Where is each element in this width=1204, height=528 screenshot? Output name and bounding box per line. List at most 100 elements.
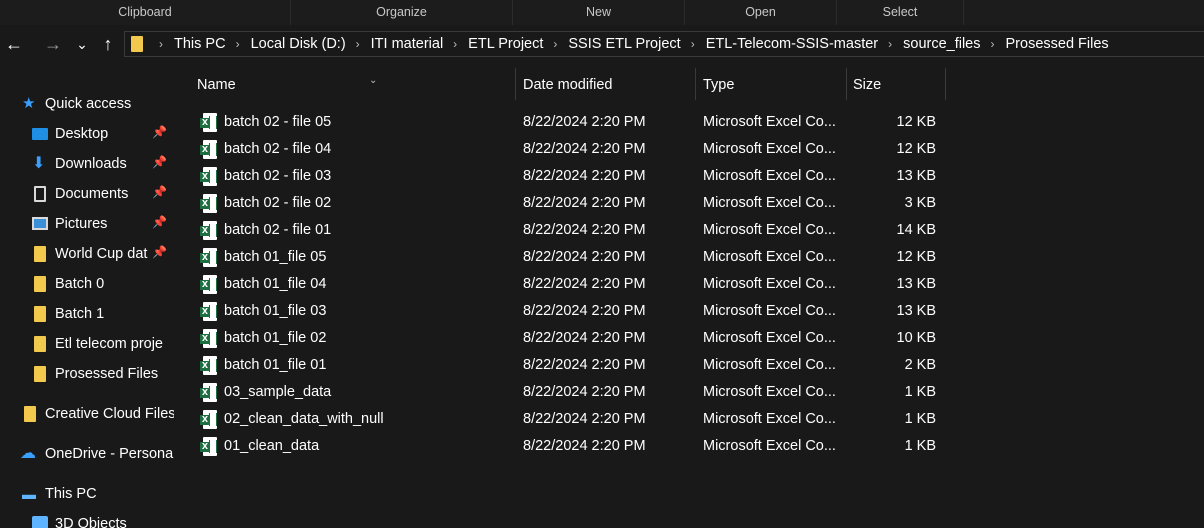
file-date-modified: 8/22/2024 2:20 PM <box>523 195 646 211</box>
recent-locations-chevron-icon[interactable]: ⌄ <box>72 25 92 63</box>
breadcrumb-prosessed-files[interactable]: Prosessed Files <box>1006 36 1109 52</box>
sidebar-item-label: Quick access <box>45 96 132 112</box>
ribbon-group-select: Select <box>837 0 964 25</box>
cube-icon <box>32 516 48 528</box>
chevron-right-icon[interactable]: › <box>159 37 163 51</box>
sidebar-item-world-cup-data[interactable]: World Cup dat 📌 <box>0 239 174 269</box>
breadcrumb-etl-project[interactable]: ETL Project <box>468 36 543 52</box>
sidebar-item-label: Pictures <box>55 216 108 232</box>
table-row[interactable]: Xbatch 01_file 04 8/22/2024 2:20 PM Micros… <box>174 271 974 298</box>
ribbon-group-clipboard: Clipboard <box>0 0 291 25</box>
chevron-right-icon[interactable]: › <box>356 37 360 51</box>
pin-icon: 📌 <box>152 185 167 199</box>
column-header-date-modified[interactable]: Date modified <box>523 70 695 100</box>
file-type: Microsoft Excel Co... <box>703 114 836 130</box>
file-type: Microsoft Excel Co... <box>703 141 836 157</box>
file-name: batch 02 - file 03 <box>224 168 332 184</box>
sidebar-item-onedrive[interactable]: ☁ OneDrive - Persona <box>0 439 174 469</box>
table-row[interactable]: Xbatch 01_file 01 8/22/2024 2:20 PM Micros… <box>174 352 974 379</box>
sidebar-item-batch-1[interactable]: Batch 1 <box>0 299 174 329</box>
sidebar-item-batch-0[interactable]: Batch 0 <box>0 269 174 299</box>
breadcrumb-local-disk[interactable]: Local Disk (D:) <box>251 36 346 52</box>
table-row[interactable]: Xbatch 02 - file 01 8/22/2024 2:20 PM Micr… <box>174 217 974 244</box>
table-row[interactable]: X 01_clean_data 8/22/2024 2:20 PM Microsoft… <box>174 433 974 460</box>
desktop-icon <box>32 128 48 140</box>
breadcrumb-source-files[interactable]: source_files <box>903 36 980 52</box>
file-name: batch 01_file 05 <box>224 249 327 265</box>
back-arrow-icon[interactable]: ← <box>2 25 26 63</box>
table-row[interactable]: Xbatch 02 - file 04 8/22/2024 2:20 PM Micr… <box>174 136 974 163</box>
table-row[interactable]: Xbatch 01_file 02 8/22/2024 2:20 PM Micros… <box>174 325 974 352</box>
column-header-name[interactable]: Name ⌄ <box>197 70 515 100</box>
file-name: batch 01_file 01 <box>224 357 327 373</box>
table-row[interactable]: Xbatch 01_file 03 8/22/2024 2:20 PM Micros… <box>174 298 974 325</box>
star-icon: ★ <box>22 95 36 112</box>
file-name: 03_sample_data <box>224 384 332 400</box>
folder-icon <box>34 336 46 352</box>
sidebar-item-3d-objects[interactable]: 3D Objects <box>0 509 174 528</box>
excel-file-icon: X <box>200 113 217 132</box>
ribbon-group-new: New <box>513 0 685 25</box>
table-row[interactable]: Xbatch 02 - file 02 8/22/2024 2:20 PM Micr… <box>174 190 974 217</box>
sidebar-item-desktop[interactable]: Desktop 📌 <box>0 119 174 149</box>
table-row[interactable]: Xbatch 01_file 05 8/22/2024 2:20 PM Micros… <box>174 244 974 271</box>
folder-icon <box>24 406 36 422</box>
forward-arrow-icon[interactable]: → <box>41 25 65 63</box>
table-row[interactable]: X 03_sample_data 8/22/2024 2:20 PM Microsof… <box>174 379 974 406</box>
folder-icon <box>34 246 46 262</box>
file-size: 2 KB <box>904 357 936 373</box>
sidebar-item-pictures[interactable]: Pictures 📌 <box>0 209 174 239</box>
folder-icon <box>34 276 46 292</box>
file-date-modified: 8/22/2024 2:20 PM <box>523 438 646 454</box>
breadcrumb-etl-telecom-ssis-master[interactable]: ETL-Telecom-SSIS-master <box>706 36 878 52</box>
chevron-right-icon[interactable]: › <box>236 37 240 51</box>
file-name: batch 01_file 03 <box>224 303 327 319</box>
column-divider[interactable] <box>945 68 946 100</box>
excel-file-icon: X <box>200 248 217 267</box>
table-row[interactable]: Xbatch 02 - file 05 8/22/2024 2:20 PM Micr… <box>174 109 974 136</box>
ribbon-group-labels: Clipboard Organize New Open Select <box>0 0 1204 25</box>
chevron-right-icon[interactable]: › <box>453 37 457 51</box>
file-type: Microsoft Excel Co... <box>703 249 836 265</box>
documents-icon <box>34 186 46 202</box>
table-row[interactable]: X 02_clean_data_with_null 8/22/2024 2:20 P… <box>174 406 974 433</box>
column-divider[interactable] <box>695 68 696 100</box>
file-list-view: Name ⌄ Date modified Type Size Xbatch 02… <box>174 63 1204 528</box>
sidebar-item-creative-cloud-files[interactable]: Creative Cloud Files <box>0 399 174 429</box>
column-divider[interactable] <box>515 68 516 100</box>
navigation-bar: ← → ⌄ ↑ › This PC › Local Disk (D:) › IT… <box>0 25 1204 63</box>
up-arrow-icon[interactable]: ↑ <box>96 25 120 63</box>
chevron-right-icon[interactable]: › <box>888 37 892 51</box>
sidebar-item-quick-access[interactable]: ★ Quick access <box>0 89 174 119</box>
breadcrumb-iti-material[interactable]: ITI material <box>371 36 444 52</box>
file-size: 12 KB <box>896 249 937 265</box>
column-header-type[interactable]: Type <box>703 70 846 100</box>
file-date-modified: 8/22/2024 2:20 PM <box>523 168 646 184</box>
file-size: 13 KB <box>896 168 937 184</box>
excel-file-icon: X <box>200 194 217 213</box>
pin-icon: 📌 <box>152 215 167 229</box>
folder-icon <box>131 36 143 52</box>
sidebar-item-this-pc[interactable]: ▬ This PC <box>0 479 174 509</box>
chevron-right-icon[interactable]: › <box>691 37 695 51</box>
chevron-right-icon[interactable]: › <box>991 37 995 51</box>
address-bar[interactable]: › This PC › Local Disk (D:) › ITI materi… <box>124 31 1204 57</box>
sidebar-item-prosessed-files[interactable]: Prosessed Files <box>0 359 174 389</box>
sidebar-item-label: Etl telecom proje <box>55 336 163 352</box>
file-name: batch 02 - file 02 <box>224 195 332 211</box>
sidebar-item-etl-telecom-project[interactable]: Etl telecom proje <box>0 329 174 359</box>
excel-file-icon: X <box>200 140 217 159</box>
table-row[interactable]: Xbatch 02 - file 03 8/22/2024 2:20 PM Micr… <box>174 163 974 190</box>
sidebar-item-documents[interactable]: Documents 📌 <box>0 179 174 209</box>
chevron-right-icon[interactable]: › <box>553 37 557 51</box>
file-type: Microsoft Excel Co... <box>703 411 836 427</box>
pin-icon: 📌 <box>152 125 167 139</box>
sidebar-item-downloads[interactable]: ⬇ Downloads 📌 <box>0 149 174 179</box>
breadcrumb-this-pc[interactable]: This PC <box>174 36 226 52</box>
breadcrumb-ssis-etl-project[interactable]: SSIS ETL Project <box>568 36 680 52</box>
column-divider[interactable] <box>846 68 847 100</box>
file-name: batch 01_file 02 <box>224 330 327 346</box>
pin-icon: 📌 <box>152 245 167 259</box>
column-header-size[interactable]: Size <box>853 70 945 100</box>
file-name: batch 02 - file 05 <box>224 114 332 130</box>
